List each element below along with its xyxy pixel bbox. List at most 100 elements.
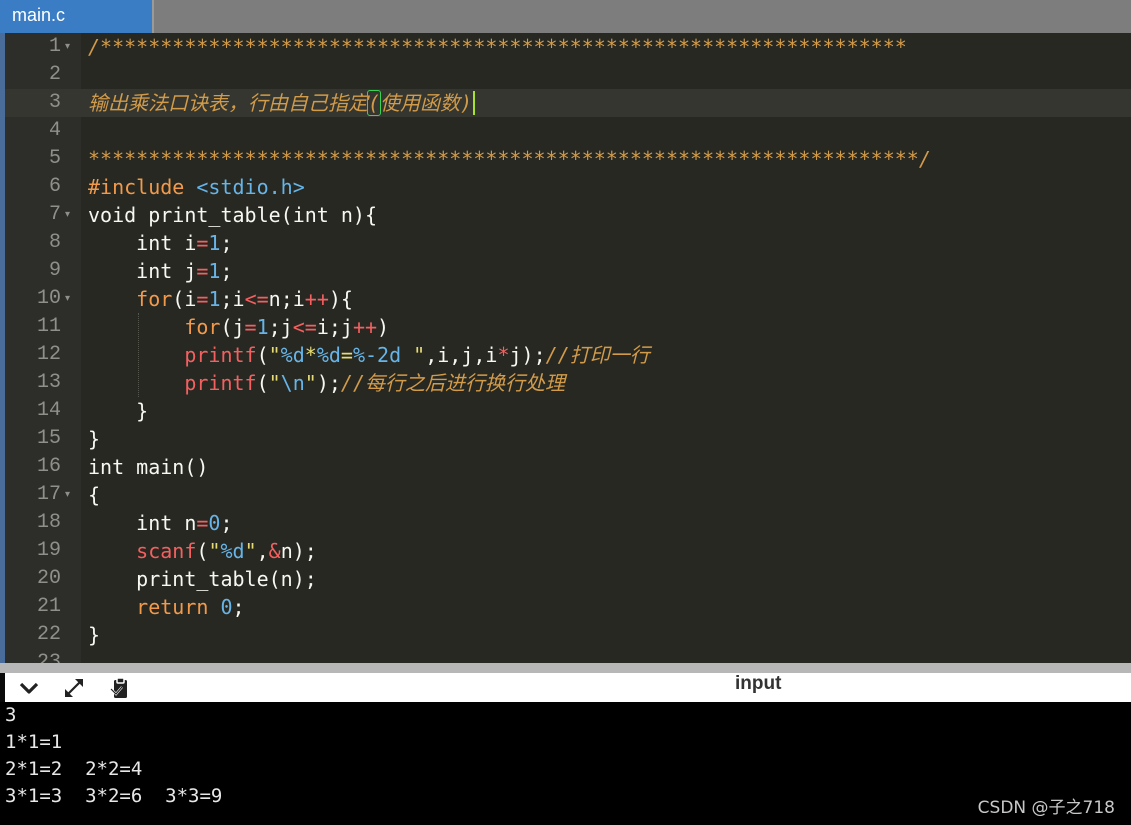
code-token: i;j	[316, 315, 353, 339]
expand-icon[interactable]	[62, 676, 86, 700]
code-line[interactable]: 2	[0, 61, 1131, 89]
line-number: 8	[48, 231, 61, 254]
code-line[interactable]: 18 int n=0;	[0, 509, 1131, 537]
code-token: n;i	[268, 287, 305, 311]
line-number: 21	[36, 595, 61, 618]
code-text: }	[88, 425, 100, 453]
fold-toggle-icon[interactable]: ▾	[65, 285, 70, 313]
code-token: //每行之后进行换行处理	[340, 371, 565, 395]
code-token: 1	[256, 315, 269, 339]
code-token: =	[196, 259, 209, 283]
code-line[interactable]: 20 print_table(n);	[0, 565, 1131, 593]
code-line[interactable]: 13 printf("\n");//每行之后进行换行处理	[0, 369, 1131, 397]
code-token: (	[366, 90, 382, 116]
line-number: 7	[48, 203, 61, 226]
code-token: =	[196, 287, 209, 311]
code-text: /***************************************…	[88, 33, 907, 61]
chevron-down-icon[interactable]	[17, 676, 41, 700]
console-line: 3	[5, 704, 17, 726]
code-token: }	[88, 399, 149, 423]
code-token: 输出乘法口诀表，行由自己指定	[88, 91, 368, 115]
code-text: #include <stdio.h>	[88, 173, 305, 201]
code-line[interactable]: 16 int main()	[0, 453, 1131, 481]
line-number: 3	[48, 91, 61, 114]
code-token: ;	[232, 595, 245, 619]
code-line[interactable]: 15}	[0, 425, 1131, 453]
code-token: 1	[208, 231, 221, 255]
code-token: }	[88, 623, 101, 647]
code-line[interactable]: 11 for(j=1;j<=i;j++)	[0, 313, 1131, 341]
code-line[interactable]: 7 ▾ void print_table(int n){	[0, 201, 1131, 229]
line-number: 19	[36, 539, 61, 562]
code-line[interactable]: 5 ***************************************…	[0, 145, 1131, 173]
code-text: int i=1;	[88, 229, 232, 257]
code-line[interactable]: 12 printf("%d*%d=%-2d ",i,j,i*j);//打印一行	[0, 341, 1131, 369]
code-line[interactable]: 19 scanf("%d",&n);	[0, 537, 1131, 565]
code-token: /***************************************…	[88, 35, 907, 59]
code-line[interactable]: 1 ▾ /*************************************…	[0, 33, 1131, 61]
line-number: 22	[36, 623, 61, 646]
code-token: <=	[292, 315, 317, 339]
code-line[interactable]: 10 ▾ for(i=1;i<=n;i++){	[0, 285, 1131, 313]
code-editor[interactable]: 1 ▾/*************************************…	[0, 33, 1131, 663]
line-number: 1	[48, 35, 61, 58]
input-panel-title: input	[735, 673, 782, 694]
line-number: 9	[48, 259, 61, 282]
line-number: 4	[48, 119, 61, 142]
code-token: "	[268, 371, 281, 395]
code-token: 0	[208, 511, 221, 535]
code-token: }	[88, 427, 101, 451]
code-token: return	[136, 595, 209, 619]
code-line[interactable]: 22}	[0, 621, 1131, 649]
code-line[interactable]: 9 int j=1;	[0, 257, 1131, 285]
code-line[interactable]: 8 int i=1;	[0, 229, 1131, 257]
clipboard-icon[interactable]	[108, 676, 132, 700]
panel-splitter[interactable]	[0, 663, 1131, 673]
tab-main-c[interactable]: main.c	[0, 0, 152, 33]
code-token: <=	[244, 287, 269, 311]
code-line[interactable]: 17 ▾ {	[0, 481, 1131, 509]
code-token: ;i	[220, 287, 245, 311]
code-token: "	[244, 539, 257, 563]
line-number: 14	[36, 399, 61, 422]
code-token: int j	[88, 259, 197, 283]
code-text: int j=1;	[88, 257, 232, 285]
code-token: )	[377, 315, 390, 339]
code-token: (	[256, 371, 269, 395]
code-token: ****************************************…	[88, 147, 931, 171]
code-line[interactable]: 3 输出乘法口诀表，行由自己指定(使用函数)	[0, 89, 1131, 117]
line-number: 10	[36, 287, 61, 310]
code-token: ,	[256, 539, 269, 563]
code-line[interactable]: 23	[0, 649, 1131, 663]
code-token: void print_table(int n){	[88, 203, 377, 227]
line-number: 20	[36, 567, 61, 590]
watermark: CSDN @子之718	[977, 798, 1115, 818]
code-token: "	[208, 539, 221, 563]
tab-bar: main.c	[0, 0, 1131, 33]
console-output[interactable]: 3 1*1=1 2*1=2 2*2=4 3*1=3 3*2=6 3*3=9 CS…	[0, 702, 1131, 825]
fold-toggle-icon[interactable]: ▾	[65, 201, 70, 229]
console-line: 2*1=2 2*2=4	[5, 758, 143, 780]
code-line[interactable]: 4	[0, 117, 1131, 145]
code-line[interactable]: 14 }	[0, 397, 1131, 425]
code-token: "	[268, 343, 281, 367]
code-text: ****************************************…	[88, 145, 931, 173]
line-number: 23	[36, 651, 61, 663]
code-token: int i	[88, 231, 197, 255]
fold-toggle-icon[interactable]: ▾	[65, 33, 70, 61]
code-line[interactable]: 6 #include <stdio.h>	[0, 173, 1131, 201]
code-text: for(j=1;j<=i;j++)	[88, 313, 389, 341]
code-token: (	[256, 343, 269, 367]
code-token: j);	[509, 343, 546, 367]
code-token: 1	[208, 287, 221, 311]
code-token: 0	[220, 595, 233, 619]
fold-toggle-icon[interactable]: ▾	[65, 481, 70, 509]
code-text: void print_table(int n){	[88, 201, 377, 229]
line-number: 17	[36, 483, 61, 506]
line-number: 2	[48, 63, 61, 86]
code-line[interactable]: 21 return 0;	[0, 593, 1131, 621]
